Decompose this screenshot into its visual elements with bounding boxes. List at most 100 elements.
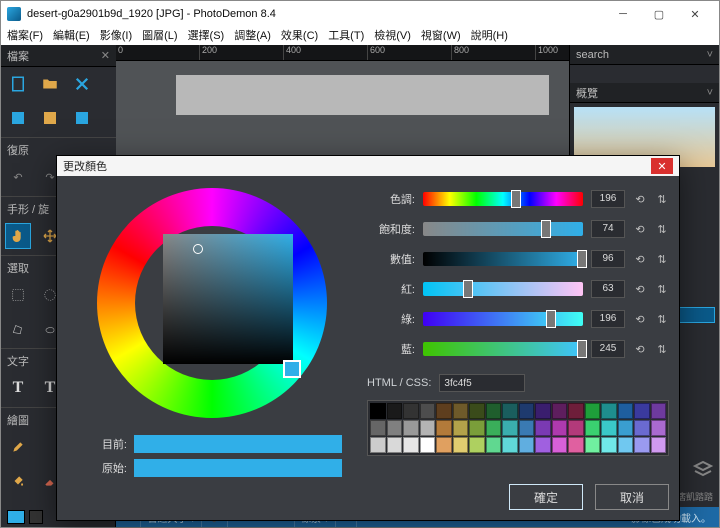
swatch[interactable] bbox=[618, 403, 634, 419]
bg-swatch[interactable] bbox=[29, 510, 43, 524]
fg-swatch[interactable] bbox=[7, 510, 25, 524]
swatch[interactable] bbox=[370, 437, 386, 453]
hue-value[interactable]: 196 bbox=[591, 190, 625, 208]
swatch[interactable] bbox=[469, 403, 485, 419]
swatch[interactable] bbox=[618, 420, 634, 436]
b-slider[interactable] bbox=[423, 342, 583, 356]
swatch[interactable] bbox=[568, 420, 584, 436]
val-slider[interactable] bbox=[423, 252, 583, 266]
open-folder-icon[interactable] bbox=[37, 71, 63, 97]
swatch[interactable] bbox=[370, 403, 386, 419]
new-file-icon[interactable] bbox=[5, 71, 31, 97]
swatch[interactable] bbox=[403, 437, 419, 453]
swatch[interactable] bbox=[552, 420, 568, 436]
stepper-icon[interactable]: ⇅ bbox=[655, 252, 669, 266]
sv-marker[interactable] bbox=[193, 244, 203, 254]
poly-select-tool[interactable] bbox=[5, 316, 31, 342]
swatch[interactable] bbox=[651, 437, 667, 453]
hex-input[interactable] bbox=[439, 374, 525, 392]
stepper-icon[interactable]: ⇅ bbox=[655, 222, 669, 236]
swatch[interactable] bbox=[453, 403, 469, 419]
swatch[interactable] bbox=[535, 420, 551, 436]
r-value[interactable]: 63 bbox=[591, 280, 625, 298]
swatch[interactable] bbox=[535, 403, 551, 419]
swatch[interactable] bbox=[453, 437, 469, 453]
swatch[interactable] bbox=[634, 403, 650, 419]
swatch[interactable] bbox=[585, 437, 601, 453]
reset-icon[interactable]: ⟲ bbox=[633, 192, 647, 206]
swatch[interactable] bbox=[601, 437, 617, 453]
swatch[interactable] bbox=[618, 437, 634, 453]
menu-image[interactable]: 影像(I) bbox=[100, 27, 132, 45]
swatch[interactable] bbox=[436, 403, 452, 419]
chevron-down-icon[interactable]: ˅ bbox=[707, 87, 713, 99]
swatch[interactable] bbox=[634, 437, 650, 453]
swatch[interactable] bbox=[387, 420, 403, 436]
menu-layer[interactable]: 圖層(L) bbox=[142, 27, 177, 45]
swatch[interactable] bbox=[552, 403, 568, 419]
swatch[interactable] bbox=[420, 403, 436, 419]
swatch[interactable] bbox=[568, 437, 584, 453]
bucket-tool[interactable] bbox=[5, 468, 31, 494]
swatch[interactable] bbox=[519, 420, 535, 436]
hue-slider[interactable] bbox=[423, 192, 583, 206]
save-icon[interactable] bbox=[5, 105, 31, 131]
text-tool[interactable]: T bbox=[5, 375, 31, 401]
swatch[interactable] bbox=[387, 437, 403, 453]
swatch[interactable] bbox=[436, 437, 452, 453]
swatch[interactable] bbox=[651, 420, 667, 436]
r-slider[interactable] bbox=[423, 282, 583, 296]
hue-ring-marker[interactable] bbox=[283, 360, 301, 378]
current-swatch[interactable] bbox=[133, 434, 343, 454]
reset-icon[interactable]: ⟲ bbox=[633, 282, 647, 296]
sat-value[interactable]: 74 bbox=[591, 220, 625, 238]
stepper-icon[interactable]: ⇅ bbox=[655, 192, 669, 206]
swatch[interactable] bbox=[420, 437, 436, 453]
chevron-down-icon[interactable]: ˅ bbox=[707, 49, 713, 61]
reset-icon[interactable]: ⟲ bbox=[633, 342, 647, 356]
swatch[interactable] bbox=[486, 403, 502, 419]
original-swatch[interactable] bbox=[133, 458, 343, 478]
swatch[interactable] bbox=[403, 403, 419, 419]
swatch[interactable] bbox=[502, 403, 518, 419]
sat-val-box[interactable] bbox=[163, 234, 293, 364]
minimize-button[interactable]: ─ bbox=[605, 1, 641, 27]
g-value[interactable]: 196 bbox=[591, 310, 625, 328]
swatch[interactable] bbox=[585, 420, 601, 436]
stepper-icon[interactable]: ⇅ bbox=[655, 342, 669, 356]
swatch[interactable] bbox=[486, 420, 502, 436]
menu-file[interactable]: 檔案(F) bbox=[7, 27, 43, 45]
b-value[interactable]: 245 bbox=[591, 340, 625, 358]
menu-view[interactable]: 檢視(V) bbox=[374, 27, 411, 45]
swatch[interactable] bbox=[585, 403, 601, 419]
swatch[interactable] bbox=[469, 437, 485, 453]
swatch[interactable] bbox=[519, 403, 535, 419]
swatch[interactable] bbox=[502, 420, 518, 436]
swatch[interactable] bbox=[502, 437, 518, 453]
reset-icon[interactable]: ⟲ bbox=[633, 222, 647, 236]
rect-select-tool[interactable] bbox=[5, 282, 31, 308]
swatch[interactable] bbox=[535, 437, 551, 453]
stepper-icon[interactable]: ⇅ bbox=[655, 312, 669, 326]
cancel-button[interactable]: 取消 bbox=[595, 484, 669, 510]
swatch[interactable] bbox=[552, 437, 568, 453]
layer-stack-icon-3[interactable] bbox=[691, 457, 715, 481]
reset-icon[interactable]: ⟲ bbox=[633, 312, 647, 326]
swatch[interactable] bbox=[453, 420, 469, 436]
swatch[interactable] bbox=[403, 420, 419, 436]
menu-edit[interactable]: 編輯(E) bbox=[53, 27, 90, 45]
swatch[interactable] bbox=[436, 420, 452, 436]
menu-adjust[interactable]: 調整(A) bbox=[234, 27, 271, 45]
menu-help[interactable]: 說明(H) bbox=[471, 27, 508, 45]
swatch[interactable] bbox=[469, 420, 485, 436]
swatch[interactable] bbox=[651, 403, 667, 419]
dialog-titlebar[interactable]: 更改顏色 ✕ bbox=[57, 156, 679, 176]
maximize-button[interactable]: ▢ bbox=[641, 1, 677, 27]
undo-icon[interactable]: ↶ bbox=[5, 164, 31, 190]
reset-icon[interactable]: ⟲ bbox=[633, 252, 647, 266]
g-slider[interactable] bbox=[423, 312, 583, 326]
swatch[interactable] bbox=[370, 420, 386, 436]
ok-button[interactable]: 確定 bbox=[509, 484, 583, 510]
menu-window[interactable]: 視窗(W) bbox=[421, 27, 461, 45]
close-button[interactable]: ✕ bbox=[677, 1, 713, 27]
